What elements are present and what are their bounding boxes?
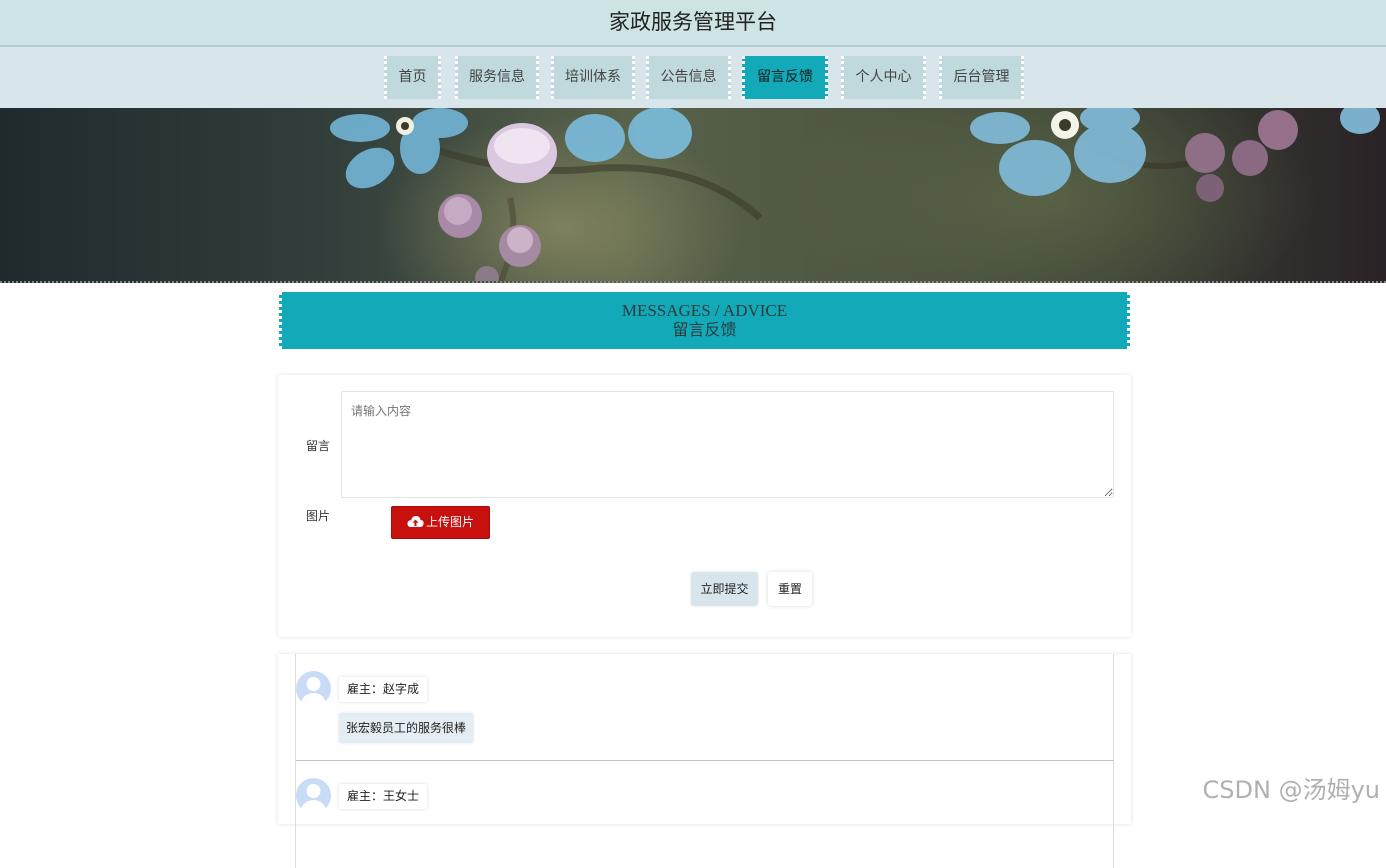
avatar [296, 778, 331, 813]
comment-user: 雇主：赵字成 [339, 677, 428, 702]
message-form: 留言 图片 上传图片 立即提交 重置 [278, 375, 1131, 637]
upload-image-button[interactable]: 上传图片 [391, 506, 490, 539]
comment-user: 雇主：王女士 [339, 784, 428, 809]
nav-item-training[interactable]: 培训体系 [551, 56, 635, 99]
upload-button-label: 上传图片 [425, 515, 474, 529]
user-icon [301, 784, 326, 813]
message-label: 留言 [306, 439, 331, 453]
avatar [296, 671, 331, 706]
section-title-cn: 留言反馈 [672, 322, 737, 339]
nav-item-announcements[interactable]: 公告信息 [646, 56, 731, 99]
nav-item-feedback[interactable]: 留言反馈 [742, 56, 828, 99]
comments-list: 雇主：赵字成 张宏毅员工的服务很棒 雇主：王女士 [278, 654, 1131, 868]
section-title-en: MESSAGES / ADVICE [621, 301, 788, 320]
cloud-upload-icon [407, 516, 424, 527]
comment-item: 雇主：王女士 [295, 761, 1114, 868]
nav-item-services[interactable]: 服务信息 [455, 56, 539, 99]
nav-item-admin[interactable]: 后台管理 [939, 56, 1024, 99]
banner-image [0, 108, 1386, 283]
reset-button[interactable]: 重置 [768, 572, 812, 606]
section-header: MESSAGES / ADVICE 留言反馈 [279, 292, 1130, 349]
user-icon [301, 677, 326, 706]
watermark: CSDN @汤姆yu [1202, 776, 1380, 804]
image-label: 图片 [306, 509, 331, 523]
flower-illustration [330, 108, 1380, 281]
message-input[interactable] [341, 391, 1114, 498]
comment-content: 张宏毅员工的服务很棒 [339, 713, 474, 743]
site-title: 家政服务管理平台 [0, 0, 1386, 47]
comment-item: 雇主：赵字成 张宏毅员工的服务很棒 [295, 654, 1114, 761]
nav-item-home[interactable]: 首页 [384, 56, 441, 99]
submit-button[interactable]: 立即提交 [691, 572, 758, 606]
main-nav: 首页 服务信息 培训体系 公告信息 留言反馈 个人中心 后台管理 [0, 47, 1386, 108]
nav-item-profile[interactable]: 个人中心 [841, 56, 926, 99]
